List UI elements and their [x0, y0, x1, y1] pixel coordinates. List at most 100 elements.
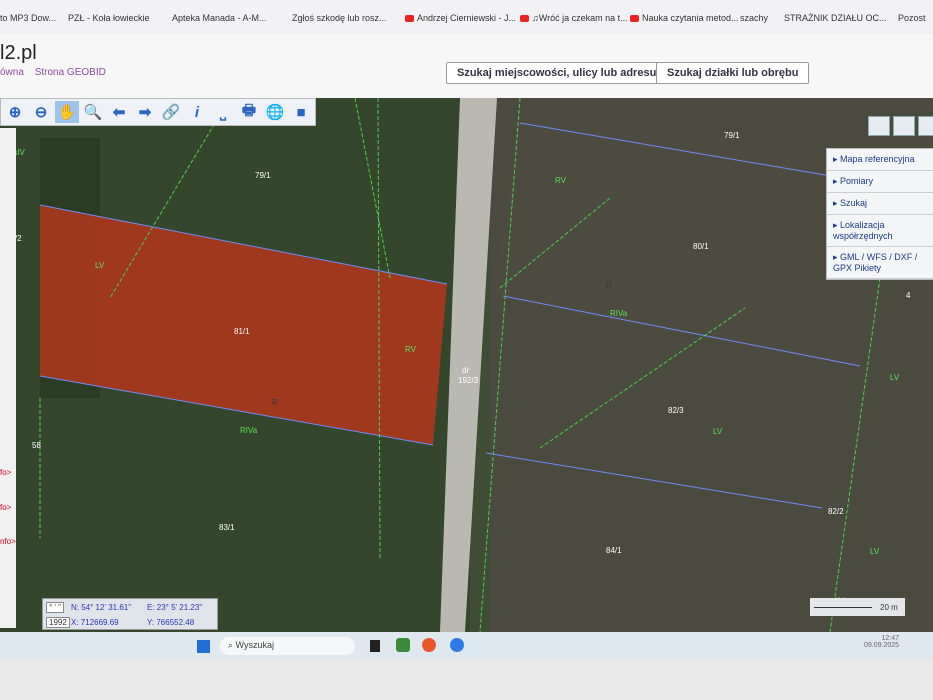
bookmark[interactable]: PZŁ - Koła łowieckie — [68, 13, 150, 23]
road-label: dr — [462, 366, 469, 375]
land-class-label: RV — [555, 176, 567, 185]
bookmark[interactable]: ♫Wróć ja czekam na t... — [520, 13, 628, 23]
layout-split-icon[interactable] — [893, 116, 915, 136]
print-icon[interactable]: 🖶 — [237, 101, 261, 123]
zoom-window-icon[interactable]: 🔍 — [81, 101, 105, 123]
crs-button[interactable]: 1992 — [46, 617, 70, 628]
parcel-label: 82/3 — [668, 406, 684, 415]
date: 09.09.2025 — [864, 642, 900, 649]
latitude: N: 54° 12' 31.61" — [71, 603, 132, 612]
y-coordinate: Y: 766552.48 — [147, 618, 195, 627]
site-title: l2.pl — [0, 42, 37, 64]
sidebar-link[interactable]: nfo> — [0, 537, 16, 546]
panel-item-search[interactable]: ▸ Szukaj — [827, 193, 933, 215]
search-parcel-button[interactable]: Szukaj działki lub obrębu — [656, 62, 810, 84]
parcel-label: 84/1 — [606, 546, 622, 555]
layout-side-icon[interactable] — [918, 116, 933, 136]
link-icon[interactable]: 🔗 — [159, 101, 183, 123]
parcel-label: 58 — [32, 441, 41, 450]
forward-arrow-icon[interactable]: ➡ — [133, 101, 157, 123]
parcel-label: 82/2 — [828, 507, 844, 516]
parcel-label: 4 — [906, 291, 911, 300]
panel-item-coordinates[interactable]: ▸ Lokalizacja współrzędnych — [827, 215, 933, 247]
land-class-label: LV — [890, 373, 900, 382]
taskbar: ⌕ Wyszukaj 12:47 09.09.2025 — [0, 632, 933, 660]
land-class-label: R — [606, 281, 612, 290]
bookmark[interactable]: Apteka Manada - A-M... — [172, 13, 267, 23]
measure-icon[interactable]: ⎵ — [211, 101, 235, 123]
layout-buttons — [868, 116, 933, 136]
longitude: E: 23° 5' 21.23" — [147, 603, 203, 612]
land-class-label: LV — [95, 261, 105, 270]
task-view-icon[interactable] — [370, 640, 380, 652]
panel-item-label: GML / WFS / DXF / GPX Pikiety — [833, 252, 918, 273]
bookmark[interactable]: szachy — [740, 13, 768, 23]
windows-start-icon[interactable] — [197, 640, 210, 653]
panel-item-label: Pomiary — [840, 176, 874, 186]
firefox-icon[interactable] — [422, 638, 436, 652]
coordinates-readout: ° ' " N: 54° 12' 31.61" E: 23° 5' 21.23"… — [42, 598, 218, 630]
panel-item-measurements[interactable]: ▸ Pomiary — [827, 171, 933, 193]
app-icon[interactable] — [396, 638, 410, 652]
zoom-out-icon[interactable]: ⊖ — [29, 101, 53, 123]
youtube-icon — [405, 14, 414, 22]
sidebar-link[interactable]: fo> — [0, 468, 11, 477]
nav-geobid[interactable]: Strona GEOBID — [35, 67, 106, 78]
app-icon[interactable] — [450, 638, 464, 652]
monitor-bezel — [0, 660, 933, 700]
panel-item-reference-map[interactable]: ▸ Mapa referencyjna — [827, 149, 933, 171]
parcel-label: 79/1 — [255, 171, 271, 180]
site-nav: ówna Strona GEOBID — [0, 67, 114, 78]
pan-hand-icon[interactable]: ✋ — [55, 101, 79, 123]
parcel-label: 81/1 — [234, 327, 250, 336]
bookmark-label: Nauka czytania metod... — [642, 13, 739, 23]
youtube-icon — [520, 14, 529, 22]
search-place-button[interactable]: Szukaj miejscowości, ulicy lub adresu — [446, 62, 668, 84]
back-arrow-icon[interactable]: ⬅ — [107, 101, 131, 123]
scale-label: 20 m — [880, 603, 898, 612]
bookmark[interactable]: Andrzej Cierniewski - J... — [405, 13, 516, 23]
bookmark[interactable]: Zgłoś szkodę lub rosz... — [292, 13, 387, 23]
scale-line — [814, 607, 872, 608]
map-toolbar: ⊕ ⊖ ✋ 🔍 ⬅ ➡ 🔗 i ⎵ 🖶 🌐 ■ — [0, 98, 316, 126]
side-panel: ▸ Mapa referencyjna ▸ Pomiary ▸ Szukaj ▸… — [826, 148, 933, 280]
time: 12:47 — [881, 635, 900, 642]
land-class-label: RV — [405, 345, 417, 354]
x-coordinate: X: 712669.69 — [71, 618, 119, 627]
parcel-label: 192/3 — [458, 376, 479, 385]
dms-toggle-button[interactable]: ° ' " — [46, 602, 65, 613]
panel-item-label: Szukaj — [840, 198, 868, 208]
globe-icon[interactable]: 🌐 — [263, 101, 287, 123]
layout-full-icon[interactable] — [868, 116, 890, 136]
youtube-icon — [630, 14, 639, 22]
land-class-label: LV — [870, 547, 880, 556]
bookmark[interactable]: to MP3 Dow... — [0, 13, 56, 23]
panel-item-export[interactable]: ▸ GML / WFS / DXF / GPX Pikiety — [827, 247, 933, 279]
bookmark-label: Andrzej Cierniewski - J... — [417, 13, 517, 23]
site-header: l2.pl ówna Strona GEOBID Szukaj miejscow… — [0, 34, 933, 98]
panel-item-label: Mapa referencyjna — [840, 154, 915, 164]
sidebar-link[interactable]: fo> — [0, 503, 11, 512]
info-icon[interactable]: i — [185, 101, 209, 123]
parcel-label: 83/1 — [219, 523, 235, 532]
nav-home[interactable]: ówna — [0, 67, 24, 78]
parcel-label: 79/1 — [724, 131, 740, 140]
scale-bar: 20 m — [810, 598, 905, 616]
bookmark[interactable]: Nauka czytania metod... — [630, 13, 739, 23]
bookmark[interactable]: STRAŻNIK DZIAŁU OC... — [784, 13, 887, 23]
orthophoto-map: 79/1 57/2 81/1 83/1 80/1 82/3 84/1 82/2 … — [0, 98, 933, 632]
clock[interactable]: 12:47 09.09.2025 — [864, 635, 899, 649]
zoom-in-icon[interactable]: ⊕ — [3, 101, 27, 123]
panel-item-label: Lokalizacja współrzędnych — [833, 220, 893, 241]
land-class-label: RIVa — [240, 426, 258, 435]
camera-icon[interactable]: ■ — [289, 101, 313, 123]
taskbar-search-label: Wyszukaj — [235, 640, 274, 650]
taskbar-search[interactable]: ⌕ Wyszukaj — [220, 637, 355, 655]
bookmark-label: ♫Wróć ja czekam na t... — [532, 13, 628, 23]
map-canvas[interactable]: 79/1 57/2 81/1 83/1 80/1 82/3 84/1 82/2 … — [0, 98, 933, 632]
bookmark[interactable]: Pozost — [898, 13, 926, 23]
bookmarks-bar: to MP3 Dow... PZŁ - Koła łowieckie Aptek… — [0, 0, 933, 34]
left-sidebar: fo> fo> nfo> — [0, 128, 16, 628]
land-class-label: R — [272, 398, 278, 407]
land-class-label: LV — [713, 427, 723, 436]
